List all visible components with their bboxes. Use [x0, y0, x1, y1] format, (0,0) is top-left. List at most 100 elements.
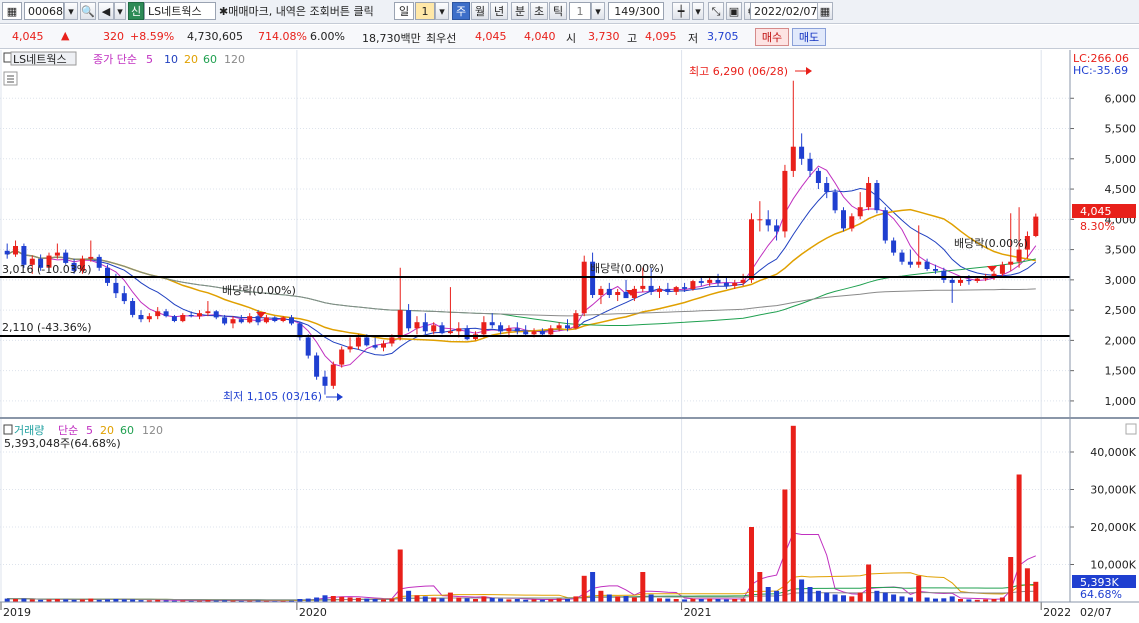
tab-minute[interactable]: 분 — [511, 2, 529, 20]
low-price: 3,705 — [707, 30, 739, 43]
candle-body — [556, 325, 562, 329]
trade-amount: 18,730백만 — [362, 32, 421, 45]
volume-bar — [949, 596, 955, 602]
candle-body — [933, 269, 938, 271]
volume-bar — [556, 598, 562, 602]
volume-bar — [590, 572, 596, 602]
legend-ma60: 60 — [203, 53, 217, 66]
candle-type-dropdown-button[interactable]: ▾ — [692, 2, 704, 20]
volume-bar — [339, 596, 345, 603]
candle-body — [439, 325, 445, 334]
volume-tick-label: 40,000K — [1090, 446, 1136, 459]
turnover-pct: 6.00% — [310, 30, 345, 43]
volume-tick-label: 30,000K — [1090, 484, 1136, 497]
candle-body — [330, 364, 336, 386]
tab-month[interactable]: 월 — [471, 2, 489, 20]
candle-body — [682, 287, 688, 289]
sell-button[interactable]: 매도 — [792, 28, 826, 46]
tab-year[interactable]: 년 — [490, 2, 508, 20]
best-ask-label: 최우선 — [426, 32, 457, 45]
volume-bar — [790, 425, 796, 603]
candle-body — [397, 310, 403, 338]
tab-tick[interactable]: 틱 — [549, 2, 567, 20]
volume-bar — [815, 590, 821, 603]
candle-body — [322, 376, 328, 386]
candle-body — [849, 216, 855, 229]
price-change: 320 — [103, 30, 124, 43]
candle-body — [598, 288, 604, 295]
high-label: 고 — [627, 32, 638, 45]
volume-bar — [933, 598, 938, 602]
volume-bar — [841, 595, 846, 603]
code-dropdown-button[interactable]: ▾ — [64, 2, 78, 20]
candle-body — [665, 288, 671, 292]
candle-body — [138, 315, 144, 320]
high-price: 4,095 — [645, 30, 677, 43]
speaker-icon[interactable]: ◀ — [98, 2, 114, 20]
stock-code-input[interactable]: 000680 — [24, 2, 64, 20]
candle-body — [197, 313, 202, 317]
x-tick-label: 2019 — [3, 606, 31, 619]
low-annotation: 최저 1,105 (03/16) — [223, 390, 322, 403]
save-icon[interactable]: ▣ — [726, 2, 742, 20]
candle-body — [355, 337, 361, 347]
dividend-label-1: 배당락(0.00%) — [222, 284, 296, 297]
volume-bar — [648, 594, 654, 602]
volume-panel-minimize-icon[interactable] — [1125, 423, 1137, 435]
volume-bar — [606, 594, 612, 602]
volume-bar — [857, 592, 863, 602]
volume-bar — [832, 594, 838, 602]
candle-body — [723, 282, 729, 286]
volume-bar — [4, 598, 10, 602]
candle-body — [230, 319, 236, 324]
volume-bar — [1008, 557, 1014, 602]
candle-body — [866, 183, 872, 208]
candle-body — [213, 311, 219, 318]
candle-body — [205, 311, 211, 314]
period-unit-select[interactable]: 일 — [394, 2, 414, 20]
period-value-input[interactable]: 1 — [415, 2, 435, 20]
tab-week[interactable]: 주 — [452, 2, 470, 20]
volume-bar — [623, 596, 629, 602]
date-input[interactable]: 2022/02/07 — [750, 2, 818, 20]
legend-ma5: 5 — [146, 53, 153, 66]
period-dropdown-button[interactable]: ▾ — [435, 2, 449, 20]
interval-dropdown-button[interactable]: ▾ — [591, 2, 605, 20]
volume-bar — [347, 597, 353, 602]
volume-bar — [322, 595, 328, 603]
candle-body — [974, 278, 980, 281]
bar-count-field[interactable]: 149/300 — [608, 2, 664, 20]
candle-body — [130, 301, 136, 315]
search-icon[interactable]: 🔍 — [80, 2, 96, 20]
candle-body — [4, 250, 10, 255]
candle-body — [481, 322, 487, 335]
stock-chart[interactable]: 1,0001,5002,0002,5003,0003,5004,0004,500… — [0, 50, 1139, 623]
zigzag-icon[interactable]: ⤡ — [708, 2, 724, 20]
asterisk-icon: ✱ — [219, 5, 229, 18]
tab-second[interactable]: 초 — [530, 2, 548, 20]
price-tick-label: 1,500 — [1105, 365, 1137, 378]
candle-body — [966, 279, 972, 282]
grid-icon[interactable]: ▦ — [2, 2, 22, 20]
last-price-badge: 4,045 — [1080, 205, 1112, 218]
speaker-dropdown-button[interactable]: ▾ — [114, 2, 126, 20]
new-listing-badge: 신 — [128, 2, 144, 20]
price-tick-label: 3,000 — [1105, 274, 1137, 287]
candle-body — [832, 192, 838, 211]
legend-ma20: 20 — [184, 53, 198, 66]
candle-body — [891, 240, 897, 253]
stock-name-field[interactable]: LS네트웍스 — [144, 2, 216, 20]
volume-bar — [498, 598, 504, 602]
candle-body — [1033, 216, 1039, 236]
interval-input[interactable]: 1 — [569, 2, 591, 20]
price-tick-label: 2,000 — [1105, 334, 1137, 347]
volume-bar — [665, 598, 671, 602]
candle-body — [924, 261, 930, 269]
volume-bar — [414, 595, 420, 603]
buy-button[interactable]: 매수 — [755, 28, 789, 46]
candle-body — [255, 316, 261, 323]
calendar-icon[interactable]: ▦ — [817, 2, 833, 20]
candle-body — [447, 331, 453, 334]
candle-type-icon[interactable]: ┿ — [672, 2, 690, 20]
candle-body — [749, 219, 754, 280]
